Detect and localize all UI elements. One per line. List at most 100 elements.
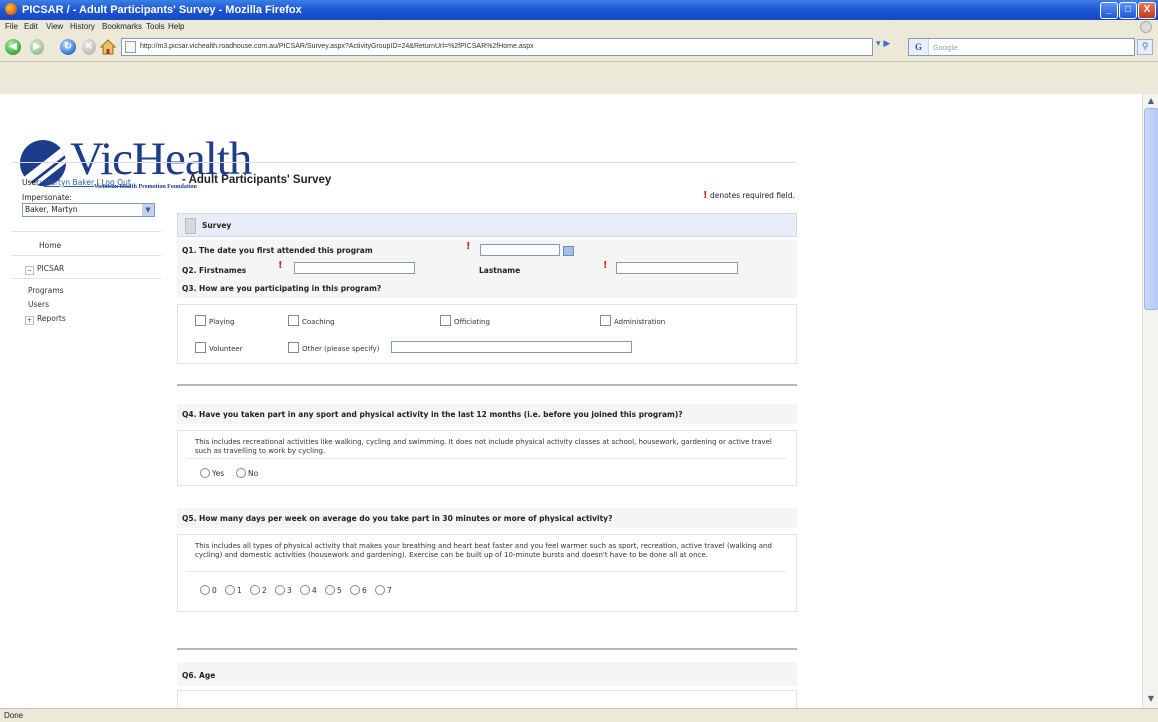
sidebar-item-users[interactable]: Users: [28, 300, 49, 309]
radio-circle[interactable]: [200, 585, 210, 595]
q4-options-panel: This includes recreational activities li…: [177, 430, 797, 486]
radio-circle[interactable]: [325, 585, 335, 595]
question-row-q3: Q3. How are you participating in this pr…: [177, 278, 797, 298]
playing-checkbox[interactable]: Playing: [195, 315, 234, 326]
scroll-up-icon[interactable]: ▲: [1145, 95, 1157, 107]
administration-checkbox[interactable]: Administration: [600, 315, 665, 326]
sidebar-item-picsar[interactable]: − PICSAR: [25, 264, 64, 275]
expand-icon[interactable]: +: [25, 316, 34, 325]
checkbox-box[interactable]: [288, 315, 299, 326]
q5-radio-4[interactable]: 4: [300, 585, 317, 595]
reload-button[interactable]: ↻: [60, 39, 76, 55]
lastname-input[interactable]: [616, 262, 738, 274]
q5-radio-5[interactable]: 5: [325, 585, 342, 595]
user-label: User:: [22, 178, 42, 187]
menu-help[interactable]: Help: [168, 22, 184, 31]
radio-circle[interactable]: [300, 585, 310, 595]
q4-no-radio[interactable]: No: [236, 468, 258, 478]
menu-edit[interactable]: Edit: [24, 22, 38, 31]
radio-circle[interactable]: [236, 468, 246, 478]
radio-circle[interactable]: [375, 585, 385, 595]
window-titlebar: PICSAR / - Adult Participants' Survey - …: [0, 0, 1158, 20]
question-row-q1: Q1. The date you first attended this pro…: [177, 240, 797, 258]
q4-yes-radio[interactable]: Yes: [200, 468, 224, 478]
menu-bar: File Edit View History Bookmarks Tools H…: [0, 20, 1158, 33]
inner-divider: [186, 571, 786, 572]
coaching-checkbox[interactable]: Coaching: [288, 315, 335, 326]
checkbox-box[interactable]: [440, 315, 451, 326]
sidebar-item-label: Reports: [37, 314, 66, 323]
radio-circle[interactable]: [225, 585, 235, 595]
required-marker-icon: !: [603, 260, 608, 271]
q5-radio-6[interactable]: 6: [350, 585, 367, 595]
back-button[interactable]: ◀: [5, 39, 21, 55]
reload-icon: ↻: [63, 41, 73, 52]
menu-file[interactable]: File: [5, 22, 18, 31]
radio-circle[interactable]: [200, 468, 210, 478]
search-engine-icon[interactable]: G: [909, 39, 930, 55]
radio-circle[interactable]: [350, 585, 360, 595]
checkbox-box[interactable]: [600, 315, 611, 326]
section-separator: [177, 384, 797, 386]
other-specify-input[interactable]: [391, 341, 632, 353]
checkbox-box[interactable]: [288, 342, 299, 353]
go-button[interactable]: ▾ ▶: [876, 39, 890, 49]
dropdown-icon[interactable]: ▾: [876, 39, 881, 49]
section-icon: [185, 218, 196, 234]
q1-date-input[interactable]: [480, 244, 560, 256]
sidebar-item-programs[interactable]: Programs: [28, 286, 64, 295]
q5-radio-2[interactable]: 2: [250, 585, 267, 595]
forward-button[interactable]: ▶: [30, 39, 44, 55]
q3-label: Q3. How are you participating in this pr…: [182, 284, 382, 293]
firstnames-input[interactable]: [294, 262, 415, 274]
url-bar[interactable]: http://m3.picsar.vichealth.roadhouse.com…: [121, 38, 873, 56]
close-button[interactable]: X: [1138, 2, 1156, 19]
volunteer-checkbox[interactable]: Volunteer: [195, 342, 243, 353]
checkbox-box[interactable]: [195, 342, 206, 353]
officiating-checkbox[interactable]: Officiating: [440, 315, 490, 326]
question-row-q5: Q5. How many days per week on average do…: [177, 508, 797, 528]
user-name-link[interactable]: Martyn Baker: [44, 178, 94, 187]
q5-radio-0[interactable]: 0: [200, 585, 217, 595]
home-button[interactable]: [99, 39, 117, 55]
impersonate-select[interactable]: Baker, Martyn ▼: [22, 203, 155, 217]
q4-note: This includes recreational activities li…: [195, 438, 772, 455]
required-marker-icon: !: [703, 190, 708, 201]
minimize-button[interactable]: _: [1100, 2, 1118, 19]
menu-view[interactable]: View: [46, 22, 63, 31]
calendar-icon[interactable]: [563, 246, 574, 256]
logout-link[interactable]: Log Out: [101, 178, 130, 187]
go-arrow-icon[interactable]: ▶: [883, 39, 890, 49]
search-button[interactable]: ⚲: [1137, 39, 1153, 55]
radio-label: 4: [312, 586, 317, 595]
menu-bookmarks[interactable]: Bookmarks: [102, 22, 142, 31]
bookmarks-toolbar: [0, 62, 1158, 95]
q5-radio-3[interactable]: 3: [275, 585, 292, 595]
chevron-down-icon[interactable]: ▼: [142, 204, 154, 216]
q5-radio-7[interactable]: 7: [375, 585, 392, 595]
search-input[interactable]: G Google: [908, 38, 1135, 56]
scrollbar-thumb[interactable]: [1144, 108, 1158, 310]
radio-circle[interactable]: [275, 585, 285, 595]
collapse-icon[interactable]: −: [25, 266, 34, 275]
maximize-button[interactable]: □: [1119, 2, 1137, 19]
forward-arrow-icon: ▶: [33, 41, 41, 52]
q5-radio-1[interactable]: 1: [225, 585, 242, 595]
magnifier-icon: ⚲: [1141, 42, 1149, 52]
scroll-down-icon[interactable]: ▼: [1145, 693, 1157, 705]
vertical-scrollbar[interactable]: ▲ ▼: [1142, 94, 1158, 708]
sidebar-item-label: PICSAR: [37, 264, 65, 273]
stop-button[interactable]: ✕: [82, 39, 96, 55]
sidebar-item-reports[interactable]: + Reports: [25, 314, 66, 325]
radio-circle[interactable]: [250, 585, 260, 595]
sidebar-item-home[interactable]: Home: [39, 241, 61, 250]
page-icon: [125, 41, 136, 53]
q2-label: Q2. Firstnames: [182, 266, 247, 275]
menu-history[interactable]: History: [70, 22, 95, 31]
required-marker-icon: !: [466, 241, 471, 252]
checkbox-box[interactable]: [195, 315, 206, 326]
other-checkbox[interactable]: Other (please specify): [288, 342, 379, 353]
url-text: http://m3.picsar.vichealth.roadhouse.com…: [140, 43, 534, 50]
q4-label: Q4. Have you taken part in any sport and…: [182, 410, 683, 419]
menu-tools[interactable]: Tools: [146, 22, 165, 31]
